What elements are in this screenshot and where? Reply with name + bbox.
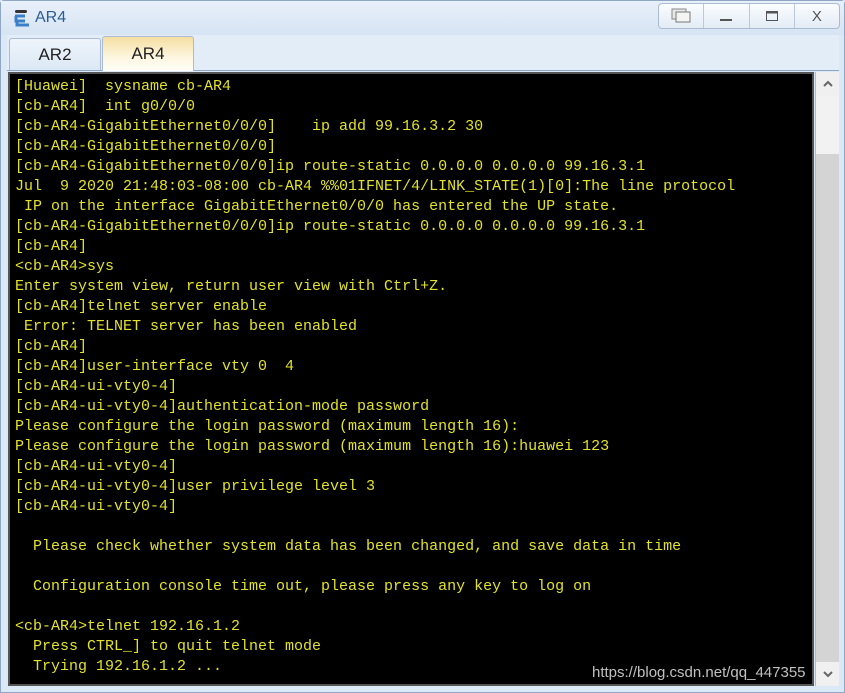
terminal-line: Please configure the login password (max… [15,438,610,455]
tab-bar: AR2 AR4 [7,35,839,71]
terminal-line: Press CTRL_] to quit telnet mode [15,638,322,655]
restore-icon [671,8,691,23]
maximize-button[interactable] [750,4,795,28]
terminal-line: [cb-AR4-ui-vty0-4]user privilege level 3 [15,478,376,495]
terminal-line: Enter system view, return user view with… [15,278,448,295]
terminal-line: [cb-AR4-GigabitEthernet0/0/0] [15,138,277,155]
tab-ar4[interactable]: AR4 [102,36,194,71]
terminal-line: [cb-AR4-ui-vty0-4] [15,378,178,395]
chevron-down-icon [822,671,833,678]
window-title: AR4 [35,9,67,26]
terminal-line: [Huawei] sysname cb-AR4 [15,78,232,95]
terminal-line: Error: TELNET server has been enabled [15,318,358,335]
chevron-up-icon [822,80,833,87]
terminal-line: [cb-AR4-ui-vty0-4] [15,498,178,515]
terminal-line: Configuration console time out, please p… [15,578,592,595]
scroll-down-button[interactable] [816,662,839,686]
title-bar[interactable]: AR4 X [1,1,844,35]
vertical-scrollbar[interactable] [815,72,839,686]
terminal-line: Jul 9 2020 21:48:03-08:00 cb-AR4 %%01IFN… [15,178,736,195]
minimize-icon [720,19,733,21]
terminal-line: [cb-AR4-GigabitEthernet0/0/0]ip route-st… [15,158,646,175]
terminal-line: [cb-AR4] [15,338,88,355]
window-controls: X [658,3,840,29]
restore-button[interactable] [659,4,705,28]
minimize-button[interactable] [704,4,750,28]
terminal-output: [Huawei] sysname cb-AR4 [cb-AR4] int g0/0… [15,77,735,677]
terminal-line: [cb-AR4-GigabitEthernet0/0/0] ip add 99.… [15,118,484,135]
terminal-line: [cb-AR4-ui-vty0-4] [15,458,178,475]
terminal-line: <cb-AR4>sys [15,258,115,275]
tab-label: AR4 [131,44,165,63]
watermark-text: https://blog.csdn.net/qq_447355 [592,664,806,681]
terminal-line: [cb-AR4] [15,238,88,255]
tab-label: AR2 [38,44,72,64]
maximize-icon [765,11,778,21]
tab-ar2[interactable]: AR2 [9,38,101,70]
terminal-line: [cb-AR4]user-interface vty 0 4 [15,358,295,375]
terminal-console[interactable]: [Huawei] sysname cb-AR4 [cb-AR4] int g0/0… [8,72,814,686]
scroll-up-button[interactable] [816,72,839,96]
close-button[interactable]: X [795,4,839,28]
terminal-line: Please configure the login password (max… [15,418,520,435]
terminal-line: IP on the interface GigabitEthernet0/0/0… [15,198,619,215]
terminal-line: Please check whether system data has bee… [15,538,682,555]
terminal-line: [cb-AR4-ui-vty0-4]authentication-mode pa… [15,398,430,415]
terminal-line: [cb-AR4] int g0/0/0 [15,98,196,115]
scroll-thumb[interactable] [816,96,839,154]
terminal-line: [cb-AR4-GigabitEthernet0/0/0]ip route-st… [15,218,646,235]
terminal-line: [cb-AR4]telnet server enable [15,298,268,315]
router-icon [14,10,29,27]
app-window: AR4 X AR2 AR4 [Huawei] sysname cb-AR4 [c… [0,0,845,693]
terminal-line: <cb-AR4>telnet 192.16.1.2 [15,618,241,635]
close-icon: X [811,7,822,25]
